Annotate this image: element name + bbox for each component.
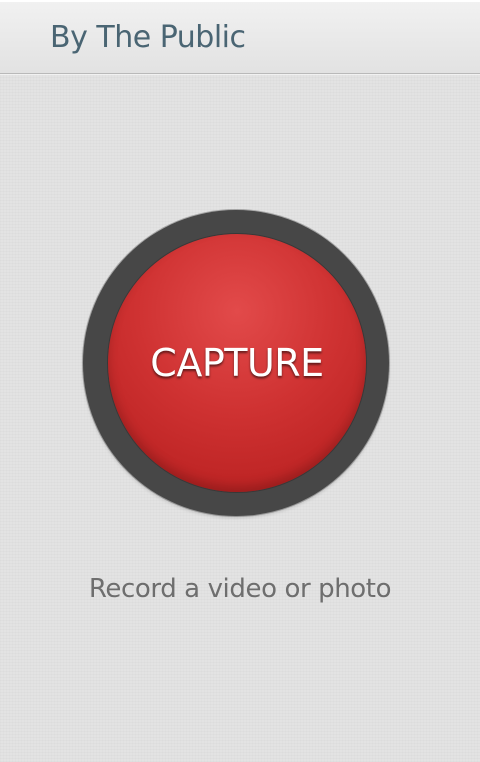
app-bar: By The Public [0,2,480,74]
capture-hint-text: Record a video or photo [88,574,392,604]
capture-button-label: CAPTURE [150,341,324,385]
app-title: By The Public [50,20,246,55]
capture-button[interactable]: CAPTURE [108,234,366,492]
